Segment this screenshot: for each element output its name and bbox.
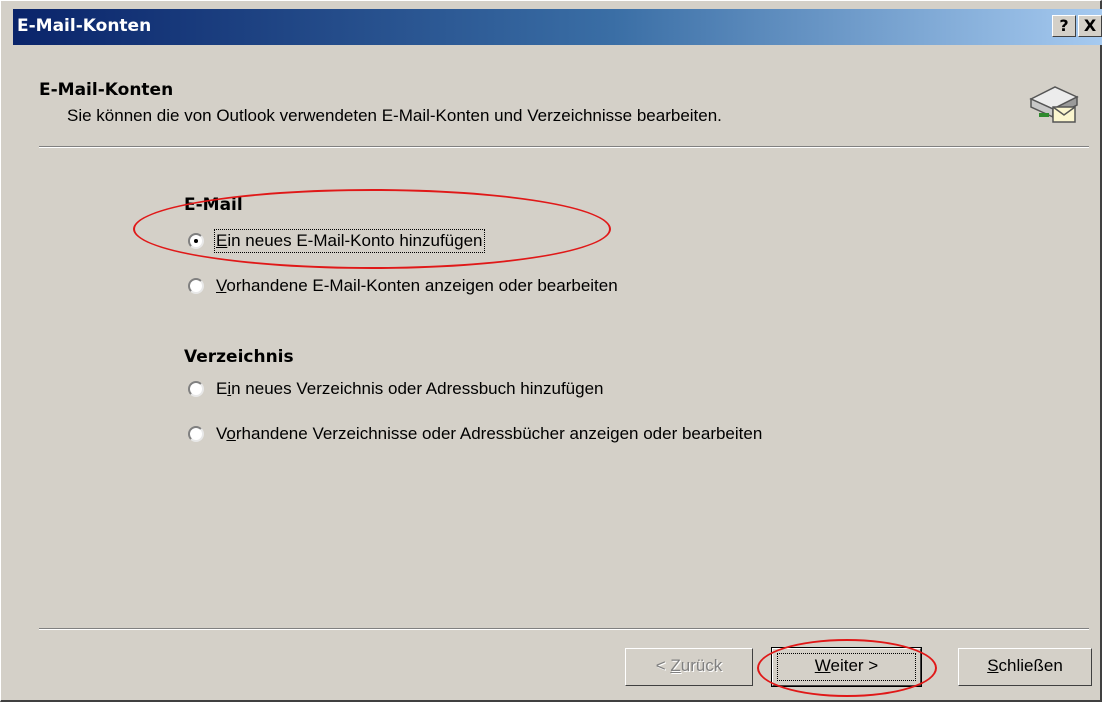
next-button[interactable]: Weiter >	[771, 647, 922, 687]
email-group-label: E-Mail	[184, 195, 243, 215]
option-view-email-accounts[interactable]: Vorhandene E-Mail-Konten anzeigen oder b…	[188, 274, 618, 298]
help-button[interactable]: ?	[1052, 15, 1076, 37]
header-subtitle: Sie können die von Outlook verwendeten E…	[67, 106, 722, 125]
email-accounts-dialog: E-Mail-Konten ? X E-Mail-Konten Sie könn…	[0, 0, 1102, 702]
option-label: Vorhandene Verzeichnisse oder Adressbüch…	[216, 424, 763, 443]
radio-button[interactable]	[188, 426, 204, 442]
option-view-directories[interactable]: Vorhandene Verzeichnisse oder Adressbüch…	[188, 422, 762, 446]
header-title: E-Mail-Konten	[39, 80, 174, 100]
back-button[interactable]: < Zurück	[625, 648, 753, 686]
option-add-directory[interactable]: Ein neues Verzeichnis oder Adressbuch hi…	[188, 377, 604, 401]
title-bar[interactable]: E-Mail-Konten ? X	[13, 9, 1102, 45]
directory-group-label: Verzeichnis	[184, 347, 294, 367]
window-title: E-Mail-Konten	[17, 16, 152, 36]
focus-rect	[777, 653, 916, 681]
option-label: Ein neues Verzeichnis oder Adressbuch hi…	[216, 379, 604, 398]
close-icon[interactable]: X	[1078, 15, 1102, 37]
option-label: Ein neues E-Mail-Konto hinzufügen	[214, 229, 485, 253]
radio-button-checked[interactable]	[188, 233, 204, 249]
option-add-email-account[interactable]: Ein neues E-Mail-Konto hinzufügen	[188, 229, 485, 253]
header-separator	[39, 146, 1089, 148]
close-button[interactable]: Schließen	[958, 648, 1092, 686]
email-accounts-icon	[1029, 86, 1079, 123]
option-label: Vorhandene E-Mail-Konten anzeigen oder b…	[216, 276, 618, 295]
radio-button[interactable]	[188, 381, 204, 397]
footer-separator	[39, 628, 1089, 630]
radio-button[interactable]	[188, 278, 204, 294]
